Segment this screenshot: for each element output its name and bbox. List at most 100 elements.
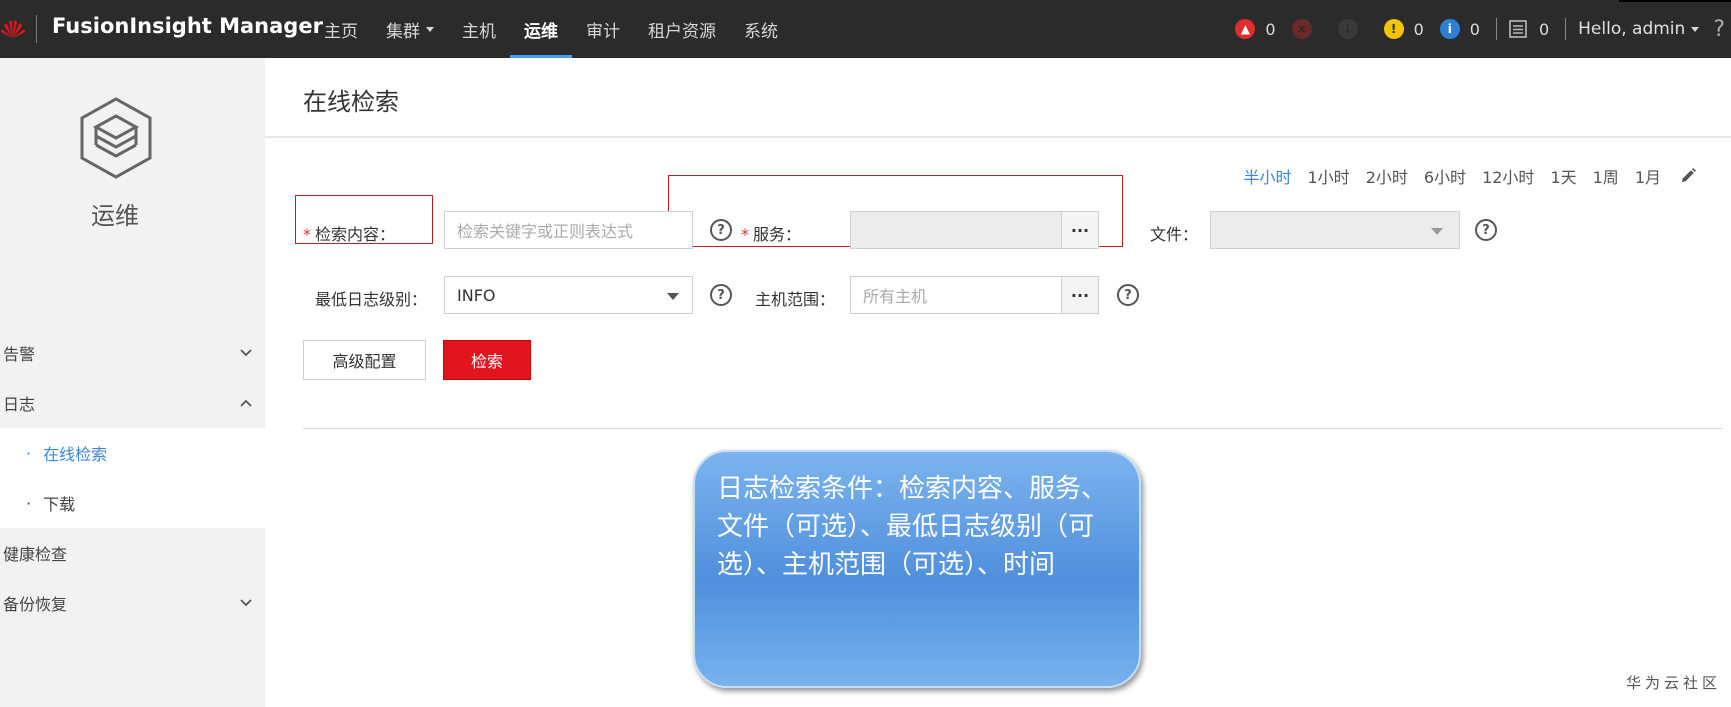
- time-range-12h[interactable]: 12小时: [1482, 164, 1534, 188]
- nav-home-label: 主页: [324, 21, 358, 42]
- chevron-down-icon: [240, 349, 252, 357]
- info-alarm-icon: i: [1439, 19, 1460, 39]
- alarm-info[interactable]: i 0: [1439, 19, 1480, 39]
- alarm-minor[interactable]: ↓: [1337, 19, 1368, 39]
- time-range-1d[interactable]: 1天: [1550, 164, 1576, 188]
- search-button[interactable]: 检索: [443, 340, 531, 380]
- main-content: 在线检索 半小时 1小时 2小时 6小时 12小时 1天 1周 1月 * 检索内容…: [265, 58, 1731, 707]
- status-area: ▲ 0 × ↓ ! 0 i 0 0 Hello, admin ?: [1235, 0, 1731, 58]
- sidebar-item-label: 备份恢复: [3, 595, 68, 614]
- nav-audit[interactable]: 审计: [572, 0, 634, 58]
- corner-overlay: [1619, 0, 1731, 2]
- nav-tenant[interactable]: 租户资源: [634, 0, 730, 58]
- time-range-selector: 半小时 1小时 2小时 6小时 12小时 1天 1周 1月: [1227, 164, 1697, 188]
- search-content-input[interactable]: 检索关键字或正则表达式: [444, 211, 693, 249]
- task-count: 0: [1538, 19, 1550, 39]
- sidebar-item-download[interactable]: · 下载: [0, 478, 265, 528]
- bullet-icon: ·: [26, 443, 32, 463]
- time-range-2h[interactable]: 2小时: [1366, 164, 1408, 188]
- nav-om[interactable]: 运维: [510, 0, 572, 58]
- nav-system[interactable]: 系统: [730, 0, 792, 58]
- host-range-input[interactable]: 所有主机: [850, 276, 1062, 314]
- service-picker-button[interactable]: ···: [1061, 211, 1099, 249]
- results-divider: [303, 428, 1723, 429]
- chevron-down-icon: [426, 26, 434, 32]
- min-log-level-label: 最低日志级别：: [315, 290, 428, 309]
- logo-divider: [36, 15, 37, 43]
- app-title: FusionInsight Manager: [52, 14, 323, 38]
- file-select[interactable]: [1210, 211, 1460, 249]
- nav-om-label: 运维: [524, 21, 558, 42]
- service-input[interactable]: [850, 211, 1062, 249]
- major-alarm-icon: ×: [1291, 19, 1312, 39]
- alarm-warning[interactable]: ! 0: [1383, 19, 1424, 39]
- search-content-label-text: 检索内容：: [315, 225, 396, 244]
- task-list-icon: [1509, 20, 1527, 38]
- file-select-chevron-down-icon: [1431, 228, 1443, 235]
- minor-alarm-icon: ↓: [1337, 19, 1358, 39]
- search-content-label: * 检索内容：: [303, 221, 395, 245]
- time-range-half-hour[interactable]: 半小时: [1243, 164, 1291, 188]
- nav-hosts-label: 主机: [462, 21, 496, 42]
- required-mark: *: [741, 225, 749, 244]
- alarm-critical[interactable]: ▲ 0: [1235, 19, 1276, 39]
- sidebar-item-health-check[interactable]: 健康检查: [0, 528, 265, 578]
- chevron-down-icon: [1691, 26, 1700, 32]
- warning-alarm-icon: !: [1383, 19, 1404, 39]
- chevron-down-icon: [240, 599, 252, 607]
- nav-system-label: 系统: [744, 21, 778, 42]
- level-help-icon[interactable]: ?: [710, 284, 732, 306]
- file-help-icon[interactable]: ?: [1475, 219, 1497, 241]
- host-picker-button[interactable]: ···: [1061, 276, 1099, 314]
- watermark: 华为云社区: [1625, 674, 1721, 692]
- page-title: 在线检索: [303, 88, 399, 116]
- sidebar-title: 运维: [91, 202, 139, 230]
- level-select-chevron-down-icon: [667, 293, 679, 300]
- service-label-text: 服务：: [753, 225, 802, 244]
- min-log-level-select[interactable]: INFO: [444, 276, 693, 314]
- help-icon[interactable]: ?: [1713, 17, 1725, 42]
- sidebar-item-alarms[interactable]: 告警: [0, 328, 265, 378]
- sidebar-item-backup-restore[interactable]: 备份恢复: [0, 578, 265, 628]
- nav-cluster-label: 集群: [386, 21, 420, 42]
- bullet-icon: ·: [26, 493, 32, 513]
- sidebar: 运维 告警 日志 · 在线检索 · 下载 健康检查 备份恢复: [0, 58, 265, 707]
- top-bar: FusionInsight Manager 主页 集群 主机 运维 审计 租户资…: [0, 0, 1731, 58]
- critical-alarm-count: 0: [1265, 19, 1276, 39]
- advanced-config-button[interactable]: 高级配置: [303, 340, 426, 380]
- warning-alarm-count: 0: [1413, 19, 1424, 39]
- info-alarm-count: 0: [1469, 19, 1480, 39]
- critical-alarm-icon: ▲: [1235, 19, 1256, 39]
- sidebar-item-label: 在线检索: [43, 445, 108, 464]
- user-greeting: Hello, admin: [1578, 19, 1686, 39]
- time-range-1m[interactable]: 1月: [1635, 164, 1661, 188]
- om-module-icon: [80, 97, 152, 179]
- sidebar-item-label: 健康检查: [3, 545, 68, 564]
- nav-tenant-label: 租户资源: [648, 21, 716, 42]
- annotation-callout: 日志检索条件：检索内容、服务、文件（可选）、最低日志级别（可选）、主机范围（可选…: [693, 450, 1141, 688]
- sidebar-item-label: 日志: [3, 395, 36, 414]
- alarm-major[interactable]: ×: [1291, 19, 1322, 39]
- file-label: 文件：: [1150, 225, 1199, 244]
- status-divider-2: [1565, 18, 1567, 40]
- user-menu[interactable]: Hello, admin: [1578, 19, 1700, 39]
- service-label: * 服务：: [741, 221, 801, 245]
- nav-hosts[interactable]: 主机: [448, 0, 510, 58]
- time-range-1h[interactable]: 1小时: [1308, 164, 1350, 188]
- host-help-icon[interactable]: ?: [1117, 284, 1139, 306]
- sidebar-item-logs[interactable]: 日志: [0, 378, 265, 428]
- search-help-icon[interactable]: ?: [710, 219, 732, 241]
- host-range-label: 主机范围：: [755, 290, 836, 309]
- pencil-icon[interactable]: [1679, 167, 1697, 185]
- nav-cluster[interactable]: 集群: [372, 0, 448, 58]
- task-indicator[interactable]: 0: [1509, 20, 1549, 39]
- main-nav: 主页 集群 主机 运维 审计 租户资源 系统: [310, 0, 792, 58]
- sidebar-item-online-search[interactable]: · 在线检索: [0, 428, 265, 478]
- time-range-1w[interactable]: 1周: [1593, 164, 1619, 188]
- huawei-logo-icon: [1, 20, 25, 38]
- nav-home[interactable]: 主页: [310, 0, 372, 58]
- required-mark: *: [303, 225, 311, 244]
- chevron-up-icon: [240, 399, 252, 407]
- status-divider: [1495, 18, 1497, 40]
- time-range-6h[interactable]: 6小时: [1424, 164, 1466, 188]
